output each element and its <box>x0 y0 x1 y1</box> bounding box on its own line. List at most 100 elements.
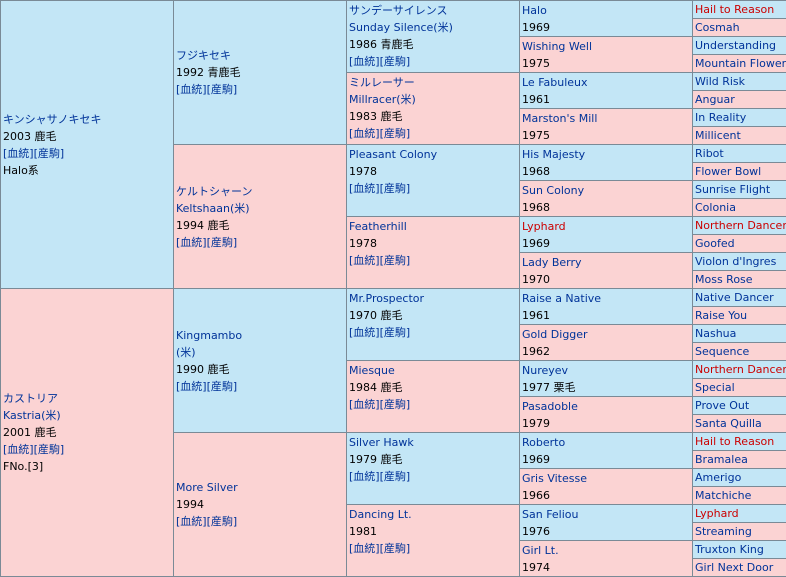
horse-name-link[interactable]: Prove Out <box>695 397 786 414</box>
horse-name-link[interactable]: Sun Colony <box>522 182 692 199</box>
gen5-cell: Matchiche <box>693 487 786 505</box>
pedigree-row: カストリアKastria(米)2001 鹿毛[血統][産駒]FNo.[3]Kin… <box>1 289 786 307</box>
horse-name-link[interactable]: Lady Berry <box>522 254 692 271</box>
horse-name-link[interactable]: Pleasant Colony <box>349 146 519 163</box>
year-coat: 1981 <box>349 523 519 540</box>
pedigree-offspring-links[interactable]: [血統][産駒] <box>349 53 519 70</box>
gen5-cell: Sequence <box>693 343 786 361</box>
horse-name-link[interactable]: Kingmambo <box>176 327 346 344</box>
horse-name-link[interactable]: Wishing Well <box>522 38 692 55</box>
horse-name-link[interactable]: Raise You <box>695 307 786 324</box>
pedigree-offspring-links[interactable]: [血統][産駒] <box>349 468 519 485</box>
horse-name-en-link[interactable]: Keltshaan(米) <box>176 200 346 217</box>
horse-name-link[interactable]: Truxton King <box>695 541 786 558</box>
pedigree-offspring-links[interactable]: [血統][産駒] <box>349 125 519 142</box>
horse-name-en-link[interactable]: Millracer(米) <box>349 91 519 108</box>
horse-name-link[interactable]: Pasadoble <box>522 398 692 415</box>
horse-name-link[interactable]: Special <box>695 379 786 396</box>
horse-name-link[interactable]: Ribot <box>695 145 786 162</box>
horse-name-link[interactable]: Girl Next Door <box>695 559 786 576</box>
horse-name-link[interactable]: More Silver <box>176 479 346 496</box>
horse-name-link[interactable]: Nashua <box>695 325 786 342</box>
pedigree-offspring-links[interactable]: [血統][産駒] <box>349 180 519 197</box>
horse-name-link[interactable]: His Majesty <box>522 146 692 163</box>
horse-name-link[interactable]: Streaming <box>695 523 786 540</box>
horse-name-link[interactable]: In Reality <box>695 109 786 126</box>
horse-name-link[interactable]: Sunrise Flight <box>695 181 786 198</box>
dam-cell: カストリアKastria(米)2001 鹿毛[血統][産駒]FNo.[3] <box>1 289 174 577</box>
horse-name-link[interactable]: Hail to Reason <box>695 1 786 18</box>
horse-name-link[interactable]: Featherhill <box>349 218 519 235</box>
horse-name-link[interactable]: Northern Dancer <box>695 217 786 234</box>
horse-name-link[interactable]: Lyphard <box>695 505 786 522</box>
gen5-cell: Northern Dancer <box>693 361 786 379</box>
horse-name-link[interactable]: Silver Hawk <box>349 434 519 451</box>
horse-name-en-link[interactable]: Kastria(米) <box>3 407 173 424</box>
pedigree-offspring-links[interactable]: [血統][産駒] <box>349 252 519 269</box>
horse-name-link[interactable]: Raise a Native <box>522 290 692 307</box>
horse-name-link[interactable]: Lyphard <box>522 218 692 235</box>
horse-name-link[interactable]: Mr.Prospector <box>349 290 519 307</box>
horse-name-link[interactable]: Colonia <box>695 199 786 216</box>
horse-name-link[interactable]: Gris Vitesse <box>522 470 692 487</box>
horse-name-link[interactable]: Cosmah <box>695 19 786 36</box>
horse-name-link[interactable]: Halo <box>522 2 692 19</box>
horse-name-link[interactable]: サンデーサイレンス <box>349 2 519 19</box>
pedigree-offspring-links[interactable]: [血統][産駒] <box>176 234 346 251</box>
horse-name-link[interactable]: ケルトシャーン <box>176 183 346 200</box>
gen5-cell: Violon d'Ingres <box>693 253 786 271</box>
horse-name-link[interactable]: Girl Lt. <box>522 542 692 559</box>
horse-name-link[interactable]: Northern Dancer <box>695 361 786 378</box>
pedigree-offspring-links[interactable]: [血統][産駒] <box>3 145 173 162</box>
horse-name-link[interactable]: Understanding <box>695 37 786 54</box>
gen4-cell: Raise a Native1961 <box>520 289 693 325</box>
gen5-cell: Sunrise Flight <box>693 181 786 199</box>
horse-name-link[interactable]: Gold Digger <box>522 326 692 343</box>
horse-name-link[interactable]: Anguar <box>695 91 786 108</box>
horse-name-link[interactable]: Sequence <box>695 343 786 360</box>
gen5-cell: Millicent <box>693 127 786 145</box>
horse-name-link[interactable]: Wild Risk <box>695 73 786 90</box>
horse-name-link[interactable]: San Feliou <box>522 506 692 523</box>
horse-name-link[interactable]: Mountain Flower <box>695 55 786 72</box>
horse-name-en-link[interactable]: Sunday Silence(米) <box>349 19 519 36</box>
horse-name-link[interactable]: Millicent <box>695 127 786 144</box>
horse-name-link[interactable]: Goofed <box>695 235 786 252</box>
horse-name-link[interactable]: Bramalea <box>695 451 786 468</box>
year-coat: 2001 鹿毛 <box>3 424 173 441</box>
horse-name-link[interactable]: Nureyev <box>522 362 692 379</box>
gen5-cell: Goofed <box>693 235 786 253</box>
sire-line: Halo系 <box>3 162 173 179</box>
horse-name-link[interactable]: Dancing Lt. <box>349 506 519 523</box>
horse-name-link[interactable]: Hail to Reason <box>695 433 786 450</box>
pedigree-offspring-links[interactable]: [血統][産駒] <box>176 378 346 395</box>
horse-name-link[interactable]: Santa Quilla <box>695 415 786 432</box>
horse-name-link[interactable]: Marston's Mill <box>522 110 692 127</box>
gen5-cell: Mountain Flower <box>693 55 786 73</box>
horse-name-link[interactable]: Violon d'Ingres <box>695 253 786 270</box>
horse-name-link[interactable]: Amerigo <box>695 469 786 486</box>
family-number: FNo.[3] <box>3 458 173 475</box>
horse-name-link[interactable]: Native Dancer <box>695 289 786 306</box>
horse-name-link[interactable]: Matchiche <box>695 487 786 504</box>
horse-name-link[interactable]: Miesque <box>349 362 519 379</box>
pedigree-offspring-links[interactable]: [血統][産駒] <box>176 81 346 98</box>
horse-name-link[interactable]: フジキセキ <box>176 47 346 64</box>
year-coat: 1962 <box>522 343 692 360</box>
horse-name-link[interactable]: Le Fabuleux <box>522 74 692 91</box>
horse-name-link[interactable]: ミルレーサー <box>349 74 519 91</box>
horse-name-link[interactable]: キンシャサノキセキ <box>3 111 173 128</box>
horse-name-link[interactable]: Flower Bowl <box>695 163 786 180</box>
pedigree-offspring-links[interactable]: [血統][産駒] <box>176 513 346 530</box>
year-coat: 1983 鹿毛 <box>349 108 519 125</box>
horse-name-link[interactable]: Roberto <box>522 434 692 451</box>
pedigree-offspring-links[interactable]: [血統][産駒] <box>3 441 173 458</box>
pedigree-offspring-links[interactable]: [血統][産駒] <box>349 324 519 341</box>
gen4-cell: Wishing Well1975 <box>520 37 693 73</box>
pedigree-offspring-links[interactable]: [血統][産駒] <box>349 396 519 413</box>
pedigree-offspring-links[interactable]: [血統][産駒] <box>349 540 519 557</box>
horse-name-link[interactable]: Moss Rose <box>695 271 786 288</box>
gen3-cell: Featherhill1978[血統][産駒] <box>347 217 520 289</box>
horse-name-link[interactable]: カストリア <box>3 390 173 407</box>
horse-name-en-link[interactable]: (米) <box>176 344 346 361</box>
